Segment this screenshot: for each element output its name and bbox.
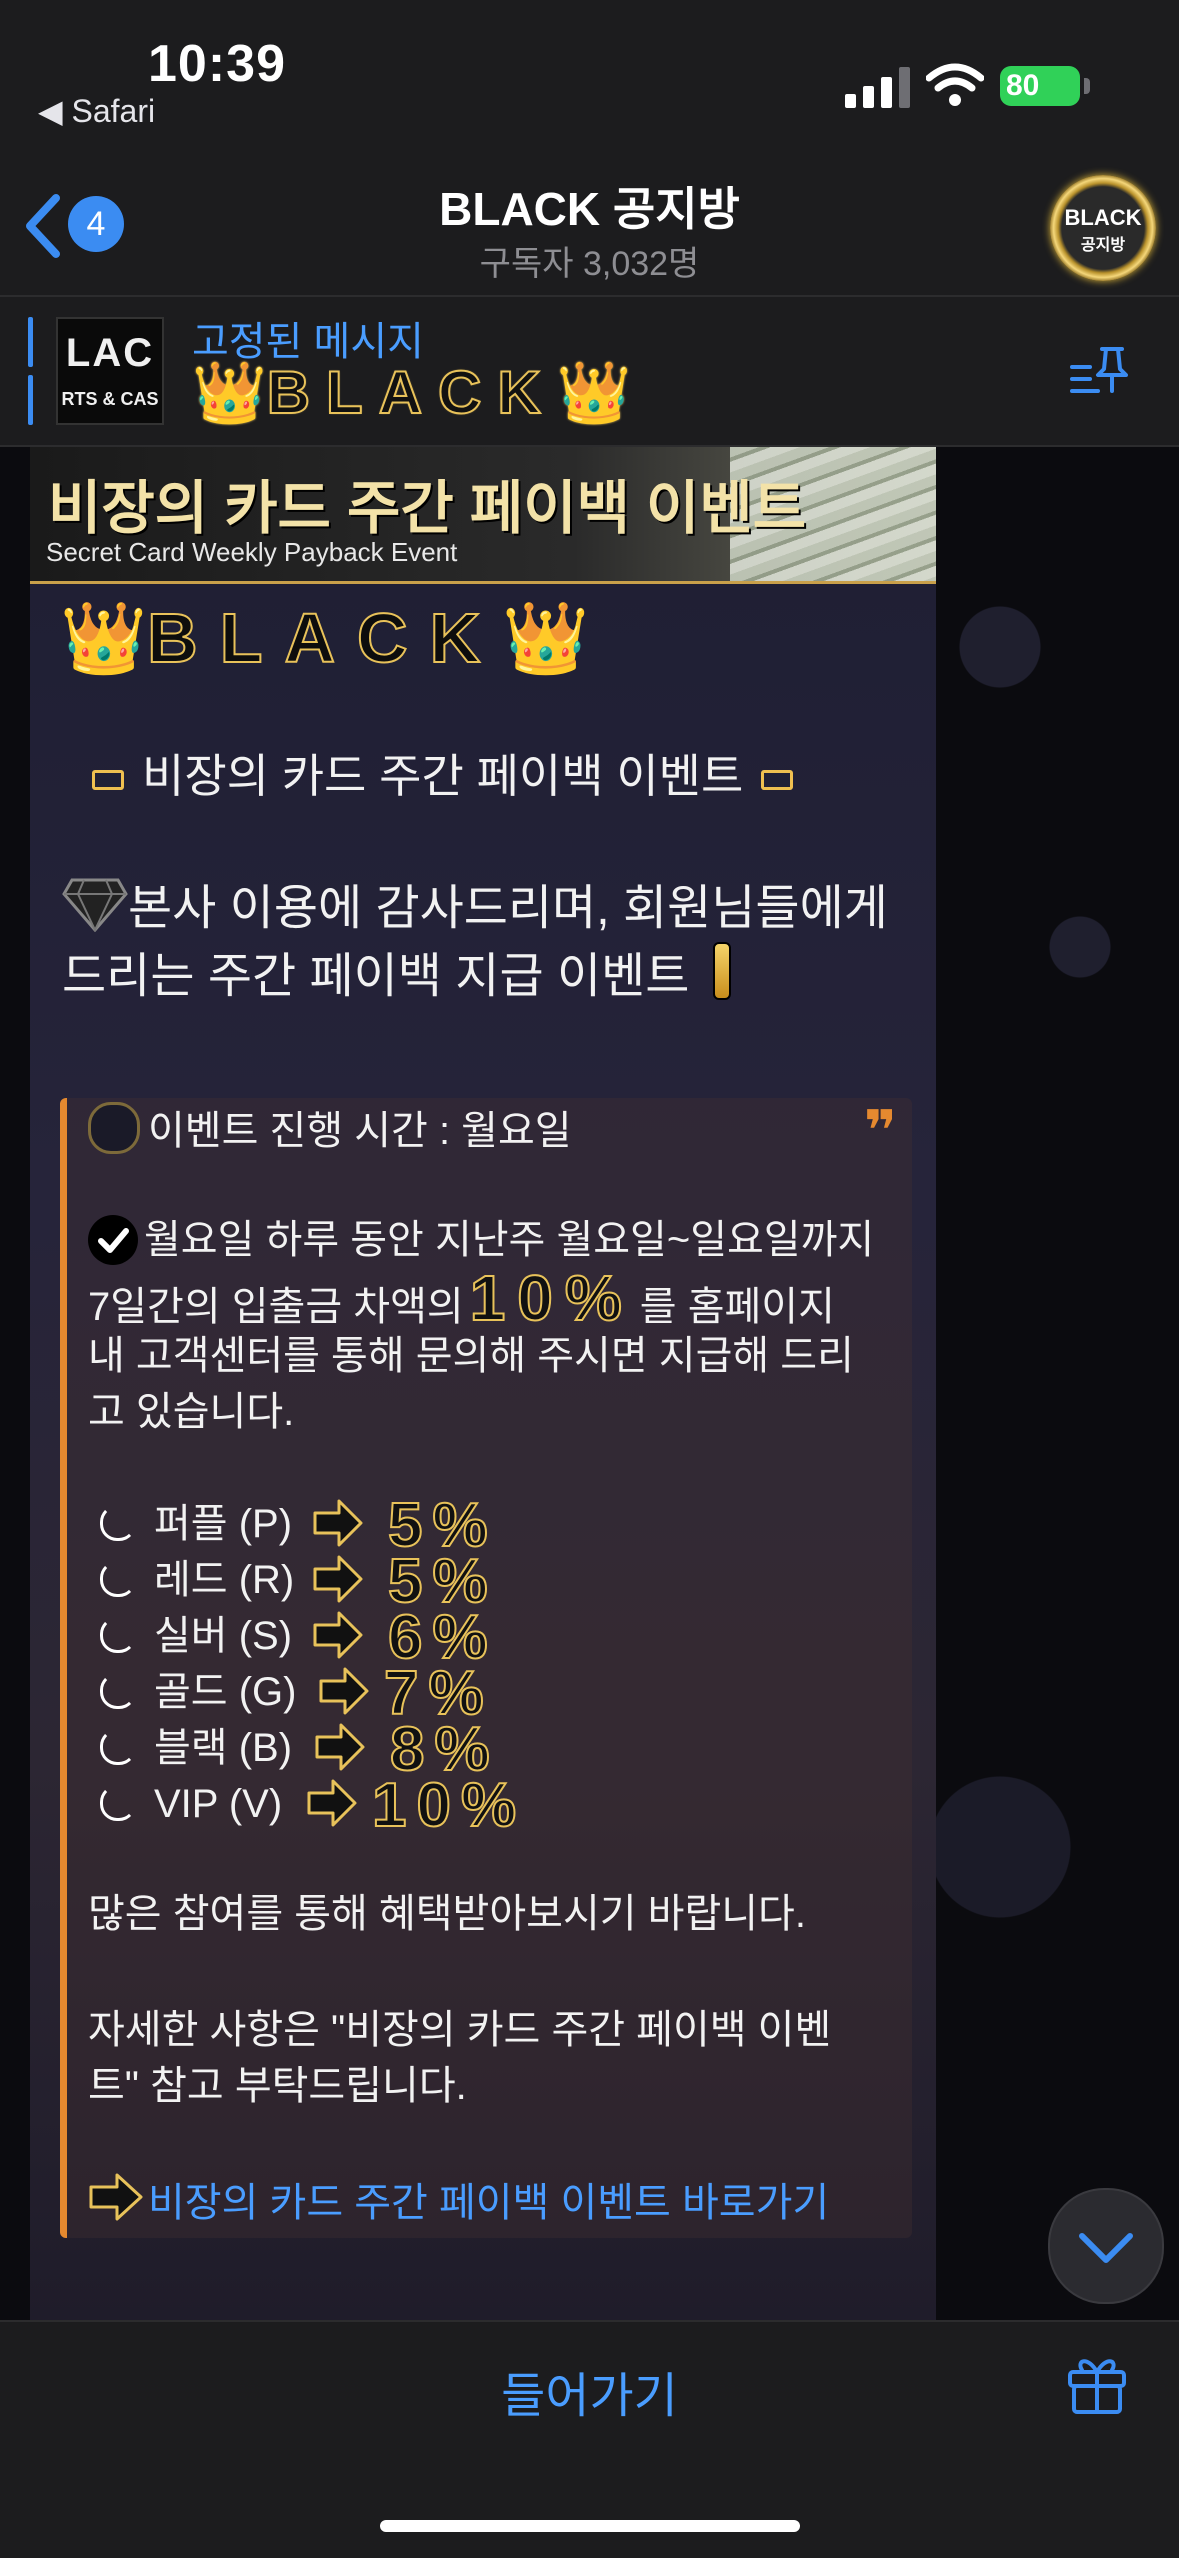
loading-icon xyxy=(100,1673,136,1709)
check-icon xyxy=(88,1215,138,1265)
tier-row: 골드 (G) xyxy=(100,1664,296,1720)
arrow-right-icon xyxy=(315,1723,365,1771)
event-headline: 비장의 카드 주간 페이백 이벤트 xyxy=(74,740,811,806)
loading-icon xyxy=(100,1729,136,1765)
exclamation-icon xyxy=(713,942,732,1000)
tier-row: 블랙 (B) xyxy=(100,1720,292,1776)
pinned-preview: 👑BLACK👑 xyxy=(192,358,632,427)
gift-icon[interactable] xyxy=(1064,2350,1130,2416)
event-description-line1: 월요일 하루 동안 지난주 월요일~일요일까지 xyxy=(88,1212,874,1268)
tier-row: 실버 (S) xyxy=(100,1608,292,1664)
intro-text: 본사 이용에 감사드리며, 회원님들에게 드리는 주간 페이백 지급 이벤트 xyxy=(62,876,922,1010)
banner-subtitle: Secret Card Weekly Payback Event xyxy=(46,537,458,567)
bar-symbol-icon xyxy=(761,769,794,790)
status-bar: 10:39 ◀ Safari 80 xyxy=(0,0,1179,150)
pinned-indicator xyxy=(28,317,33,425)
chat-title[interactable]: BLACK 공지방 xyxy=(0,173,1179,239)
cellular-signal-icon xyxy=(845,67,910,108)
clock-icon xyxy=(88,1102,140,1154)
event-description-line2: 7일간의 입출금 차액의10% 를 홈페이지 xyxy=(88,1262,835,1334)
payback-percent: 10% xyxy=(469,1262,634,1334)
battery-icon: 80 xyxy=(1000,66,1080,106)
event-shortcut-link[interactable]: 비장의 카드 주간 페이백 이벤트 바로가기 xyxy=(148,2170,829,2228)
arrow-right-icon xyxy=(89,2173,143,2221)
channel-avatar[interactable]: BLACK 공지방 xyxy=(1050,175,1156,281)
quote-icon: ❞ xyxy=(864,1099,897,1162)
detail-text-line2: 트" 참고 부탁드립니다. xyxy=(88,2064,467,2108)
diamond-icon xyxy=(62,878,128,932)
banner-title: 비장의 카드 주간 페이백 이벤트 xyxy=(48,476,807,541)
arrow-right-icon xyxy=(319,1667,369,1715)
loading-icon xyxy=(100,1785,136,1821)
loading-icon xyxy=(100,1617,136,1653)
join-button[interactable]: 들어가기 xyxy=(0,2356,1179,2426)
tier-row: VIP (V) xyxy=(100,1776,282,1832)
subscriber-count: 구독자 3,032명 xyxy=(479,245,700,283)
back-to-safari-link[interactable]: ◀ Safari xyxy=(38,92,155,130)
pinned-message-bar[interactable]: LAC RTS & CAS 고정된 메시지 👑BLACK👑 xyxy=(0,297,1179,447)
loading-icon xyxy=(100,1561,136,1597)
tier-row: 레드 (R) xyxy=(100,1552,294,1608)
clock-time: 10:39 xyxy=(148,35,286,93)
pinned-list-icon[interactable] xyxy=(1068,345,1128,397)
event-description-line4: 고 있습니다. xyxy=(88,1390,295,1434)
tier-row: 퍼플 (P) xyxy=(100,1496,292,1552)
arrow-right-icon xyxy=(313,1611,363,1659)
avatar-subtext: 공지방 xyxy=(1080,237,1126,254)
loading-icon xyxy=(100,1505,136,1541)
closing-text: 많은 참여를 통해 혜택받아보시기 바랍니다. xyxy=(88,1892,806,1936)
scroll-to-bottom-button[interactable] xyxy=(1048,2188,1164,2304)
wifi-icon xyxy=(926,63,984,106)
arrow-right-icon xyxy=(313,1555,363,1603)
home-indicator[interactable] xyxy=(380,2520,800,2532)
event-description-line3: 내 고객센터를 통해 문의해 주시면 지급해 드리 xyxy=(88,1334,854,1378)
arrow-right-icon xyxy=(313,1499,363,1547)
arrow-right-icon xyxy=(307,1779,357,1827)
event-banner-image[interactable]: 비장의 카드 주간 페이백 이벤트 Secret Card Weekly Pay… xyxy=(30,447,936,584)
bar-symbol-icon xyxy=(92,769,124,790)
brand-title: 👑BLACK👑 xyxy=(60,598,590,678)
battery-nub xyxy=(1084,78,1090,94)
tier-percent: 10% xyxy=(371,1770,527,1841)
avatar-text: BLACK xyxy=(1064,205,1142,230)
detail-text-line1: 자세한 사항은 "비장의 카드 주간 페이백 이벤 xyxy=(88,2008,832,2052)
event-time: 이벤트 진행 시간 : 월요일 xyxy=(88,1102,572,1159)
pinned-thumbnail: LAC RTS & CAS xyxy=(56,317,164,425)
chevron-down-icon xyxy=(1079,2233,1133,2263)
